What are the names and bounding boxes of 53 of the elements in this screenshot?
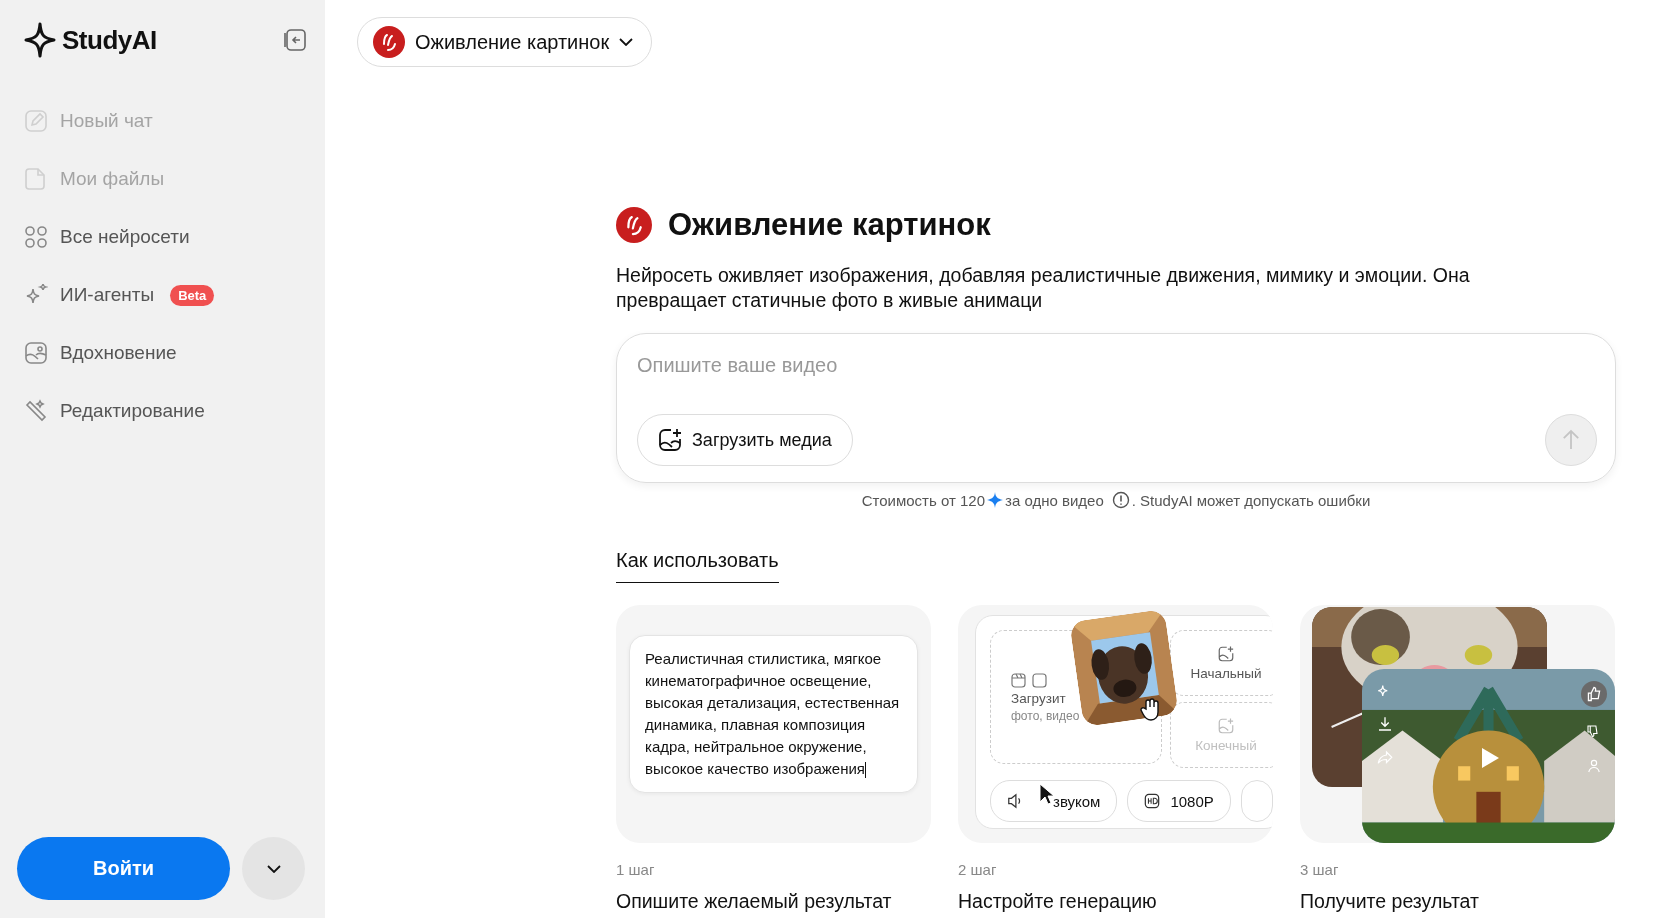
step-title: Получите результат <box>1300 890 1480 913</box>
users-icon[interactable] <box>1585 757 1603 775</box>
model-selector[interactable]: Оживление картинок <box>357 17 653 67</box>
step-number: 3 шаг <box>1300 861 1340 878</box>
image-plus-icon <box>1217 717 1235 735</box>
option-chip[interactable]: 1080P <box>1127 780 1231 822</box>
image-plus-icon <box>1217 645 1235 663</box>
step-title: Настройте генерацию <box>958 890 1158 913</box>
disclaimer-text: . StudyAI может допускать ошибки <box>1131 491 1371 509</box>
file-icon <box>24 167 48 191</box>
end-frame-label: Конечный <box>1195 738 1257 753</box>
info-icon[interactable] <box>1111 491 1130 509</box>
upload-label: Загрузит <box>1011 690 1066 706</box>
sidebar-item[interactable]: Вдохновение <box>24 324 307 382</box>
login-button[interactable]: Войти <box>17 837 230 900</box>
hand-app-icon <box>616 207 652 243</box>
chevron-down-icon <box>266 864 281 873</box>
hd-icon <box>1144 793 1161 809</box>
description: Нейросеть оживляет изображения, добавляя реалистичные движения, мимику и эмоции. Она превращает статичные фото в живые анимаци <box>616 263 1471 313</box>
download-icon[interactable] <box>1376 715 1394 733</box>
step-title: Опишите желаемый результат <box>616 890 893 913</box>
hand-app-icon <box>373 26 405 58</box>
image-icon <box>24 341 48 365</box>
pointer-cursor-icon <box>1039 783 1053 805</box>
cost-text: за одно видео <box>1005 491 1104 509</box>
speaker-icon <box>1007 793 1023 809</box>
beta-badge: Beta <box>170 284 215 306</box>
arrow-up-icon <box>1562 429 1580 451</box>
sample-prompt-text: Реалистичная стилистика, мягкое кинематографичное освещение, высокая детализация, естественная динамика, плавная композиция кадра, нейтральное окружение, высокое качество изображения <box>629 635 918 793</box>
sparkle-icon <box>987 492 1004 508</box>
upload-media-button[interactable]: Загрузить медиа <box>637 414 853 466</box>
collapse-sidebar-icon[interactable] <box>283 28 307 52</box>
tab[interactable]: Как использовать <box>616 549 779 583</box>
chevron-down-icon <box>619 38 634 46</box>
logo-text: StudyAI <box>62 24 157 56</box>
hand-cursor-icon <box>1140 697 1162 721</box>
sparkle-logo-icon <box>24 22 56 58</box>
grid-icon <box>24 225 48 249</box>
step-number: 2 шаг <box>958 861 998 878</box>
sidebar-item[interactable]: Редактирование <box>24 382 307 440</box>
page-title: Оживление картинок <box>668 207 991 243</box>
sidebar-item[interactable]: Все нейросети <box>24 208 307 266</box>
step-number: 1 шаг <box>616 861 656 878</box>
pencil-square-icon <box>24 109 48 133</box>
send-button[interactable] <box>1545 414 1597 466</box>
image-plus-icon <box>658 428 682 452</box>
thumbs-up-icon[interactable] <box>1581 681 1607 707</box>
cost-text: Стоимость от 120 <box>861 491 986 509</box>
play-icon[interactable] <box>1480 747 1500 769</box>
sidebar-item[interactable]: ИИ-агенты Beta <box>24 266 307 324</box>
upload-hint: фото, видео <box>1011 708 1080 723</box>
start-frame-label: Начальный <box>1190 666 1262 681</box>
magic-wand-icon <box>24 399 48 423</box>
